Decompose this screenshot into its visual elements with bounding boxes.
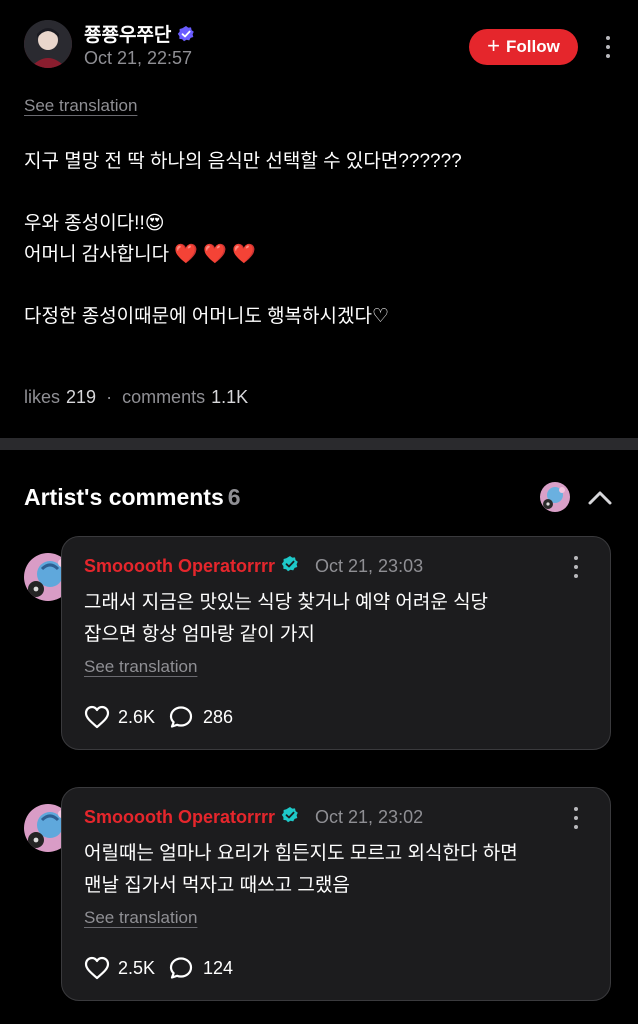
comment-timestamp: Oct 21, 23:03 [315, 556, 424, 576]
artist-comments-title-text: Artist's comments [24, 484, 224, 510]
post-line: 다정한 종성이때문에 어머니도 행복하시겠다♡ [24, 306, 389, 327]
plus-icon: + [487, 33, 501, 58]
comment-see-translation-link[interactable]: See translation [84, 657, 197, 677]
artist-comment-card: Smooooth Operatorrrr Oct 21, 23:02 어릴때는 … [61, 787, 611, 1001]
comment-more-icon[interactable] [564, 551, 588, 583]
chevron-up-icon[interactable] [586, 484, 614, 512]
artist-comments-count: 6 [227, 484, 241, 510]
comment-header: Smooooth Operatorrrr Oct 21, 23:02 [84, 806, 423, 829]
comment-reply-button[interactable]: 124 [169, 956, 233, 980]
section-divider [0, 438, 638, 450]
author-avatar[interactable] [24, 20, 72, 68]
comments-label[interactable]: comments [122, 387, 205, 408]
comment-like-count: 2.6K [118, 706, 156, 727]
post-more-icon[interactable] [596, 31, 620, 63]
comment-reply-count: 286 [203, 706, 234, 727]
comment-text: 어릴때는 얼마나 요리가 힘든지도 모르고 외식한다 하면 맨날 집가서 먹자고… [84, 838, 584, 902]
comment-text-line: 잡으면 항상 엄마랑 같이 가지 [84, 624, 315, 645]
post-author[interactable]: 쭁쭁우쭈단 [84, 20, 195, 47]
post-line: 지구 멸망 전 딱 하나의 음식만 선택할 수 있다면?????? [24, 151, 462, 172]
follow-label: Follow [506, 37, 560, 56]
heart-outline-icon [84, 705, 110, 729]
comment-more-icon[interactable] [564, 802, 588, 834]
comment-header: Smooooth Operatorrrr Oct 21, 23:03 [84, 555, 423, 578]
post-blank-line [24, 270, 614, 301]
follow-button[interactable]: + Follow [469, 29, 578, 65]
post-author-name[interactable]: 쭁쭁우쭈단 [84, 20, 171, 47]
comments-count[interactable]: 1.1K [211, 387, 248, 408]
verified-badge-icon [281, 806, 299, 829]
comment-text-line: 어릴때는 얼마나 요리가 힘든지도 모르고 외식한다 하면 [84, 843, 518, 864]
post-body: 지구 멸망 전 딱 하나의 음식만 선택할 수 있다면?????? 우와 종성이… [24, 146, 614, 332]
comment-like-button[interactable]: 2.5K [84, 956, 155, 980]
verified-badge-icon [177, 25, 195, 43]
likes-count[interactable]: 219 [66, 387, 96, 408]
comment-author-name[interactable]: Smooooth Operatorrrr [84, 556, 275, 577]
likes-label[interactable]: likes [24, 387, 60, 408]
comment-bubble-icon [169, 956, 195, 980]
comment-see-translation-link[interactable]: See translation [84, 908, 197, 928]
comment-text-line: 맨날 집가서 먹자고 때쓰고 그랬음 [84, 875, 350, 896]
verified-badge-icon [281, 555, 299, 578]
heart-outline-icon [84, 956, 110, 980]
post-stats: likes 219 · comments 1.1K [24, 387, 248, 408]
comment-actions: 2.6K 286 [84, 705, 247, 729]
post-line: 어머니 감사합니다 ❤️ ❤️ ❤️ [24, 244, 256, 265]
post-timestamp: Oct 21, 22:57 [84, 48, 193, 68]
post-line: 우와 종성이다!!😍 [24, 213, 165, 234]
artist-comments-title: Artist's comments 6 [24, 484, 241, 511]
post-see-translation-link[interactable]: See translation [24, 96, 137, 116]
stats-separator: · [106, 387, 113, 407]
comment-bubble-icon [169, 705, 195, 729]
comment-actions: 2.5K 124 [84, 956, 247, 980]
comment-author-name[interactable]: Smooooth Operatorrrr [84, 807, 275, 828]
comment-text-line: 그래서 지금은 맛있는 식당 찾거나 예약 어려운 식당 [84, 592, 489, 613]
artist-mini-avatar[interactable] [540, 482, 570, 512]
post-blank-line [24, 177, 614, 208]
artist-comment-card: Smooooth Operatorrrr Oct 21, 23:03 그래서 지… [61, 536, 611, 750]
comment-reply-button[interactable]: 286 [169, 705, 233, 729]
comment-timestamp: Oct 21, 23:02 [315, 807, 424, 827]
comment-reply-count: 124 [203, 957, 234, 978]
comment-text: 그래서 지금은 맛있는 식당 찾거나 예약 어려운 식당 잡으면 항상 엄마랑 … [84, 587, 584, 651]
comment-like-count: 2.5K [118, 957, 156, 978]
comment-like-button[interactable]: 2.6K [84, 705, 155, 729]
